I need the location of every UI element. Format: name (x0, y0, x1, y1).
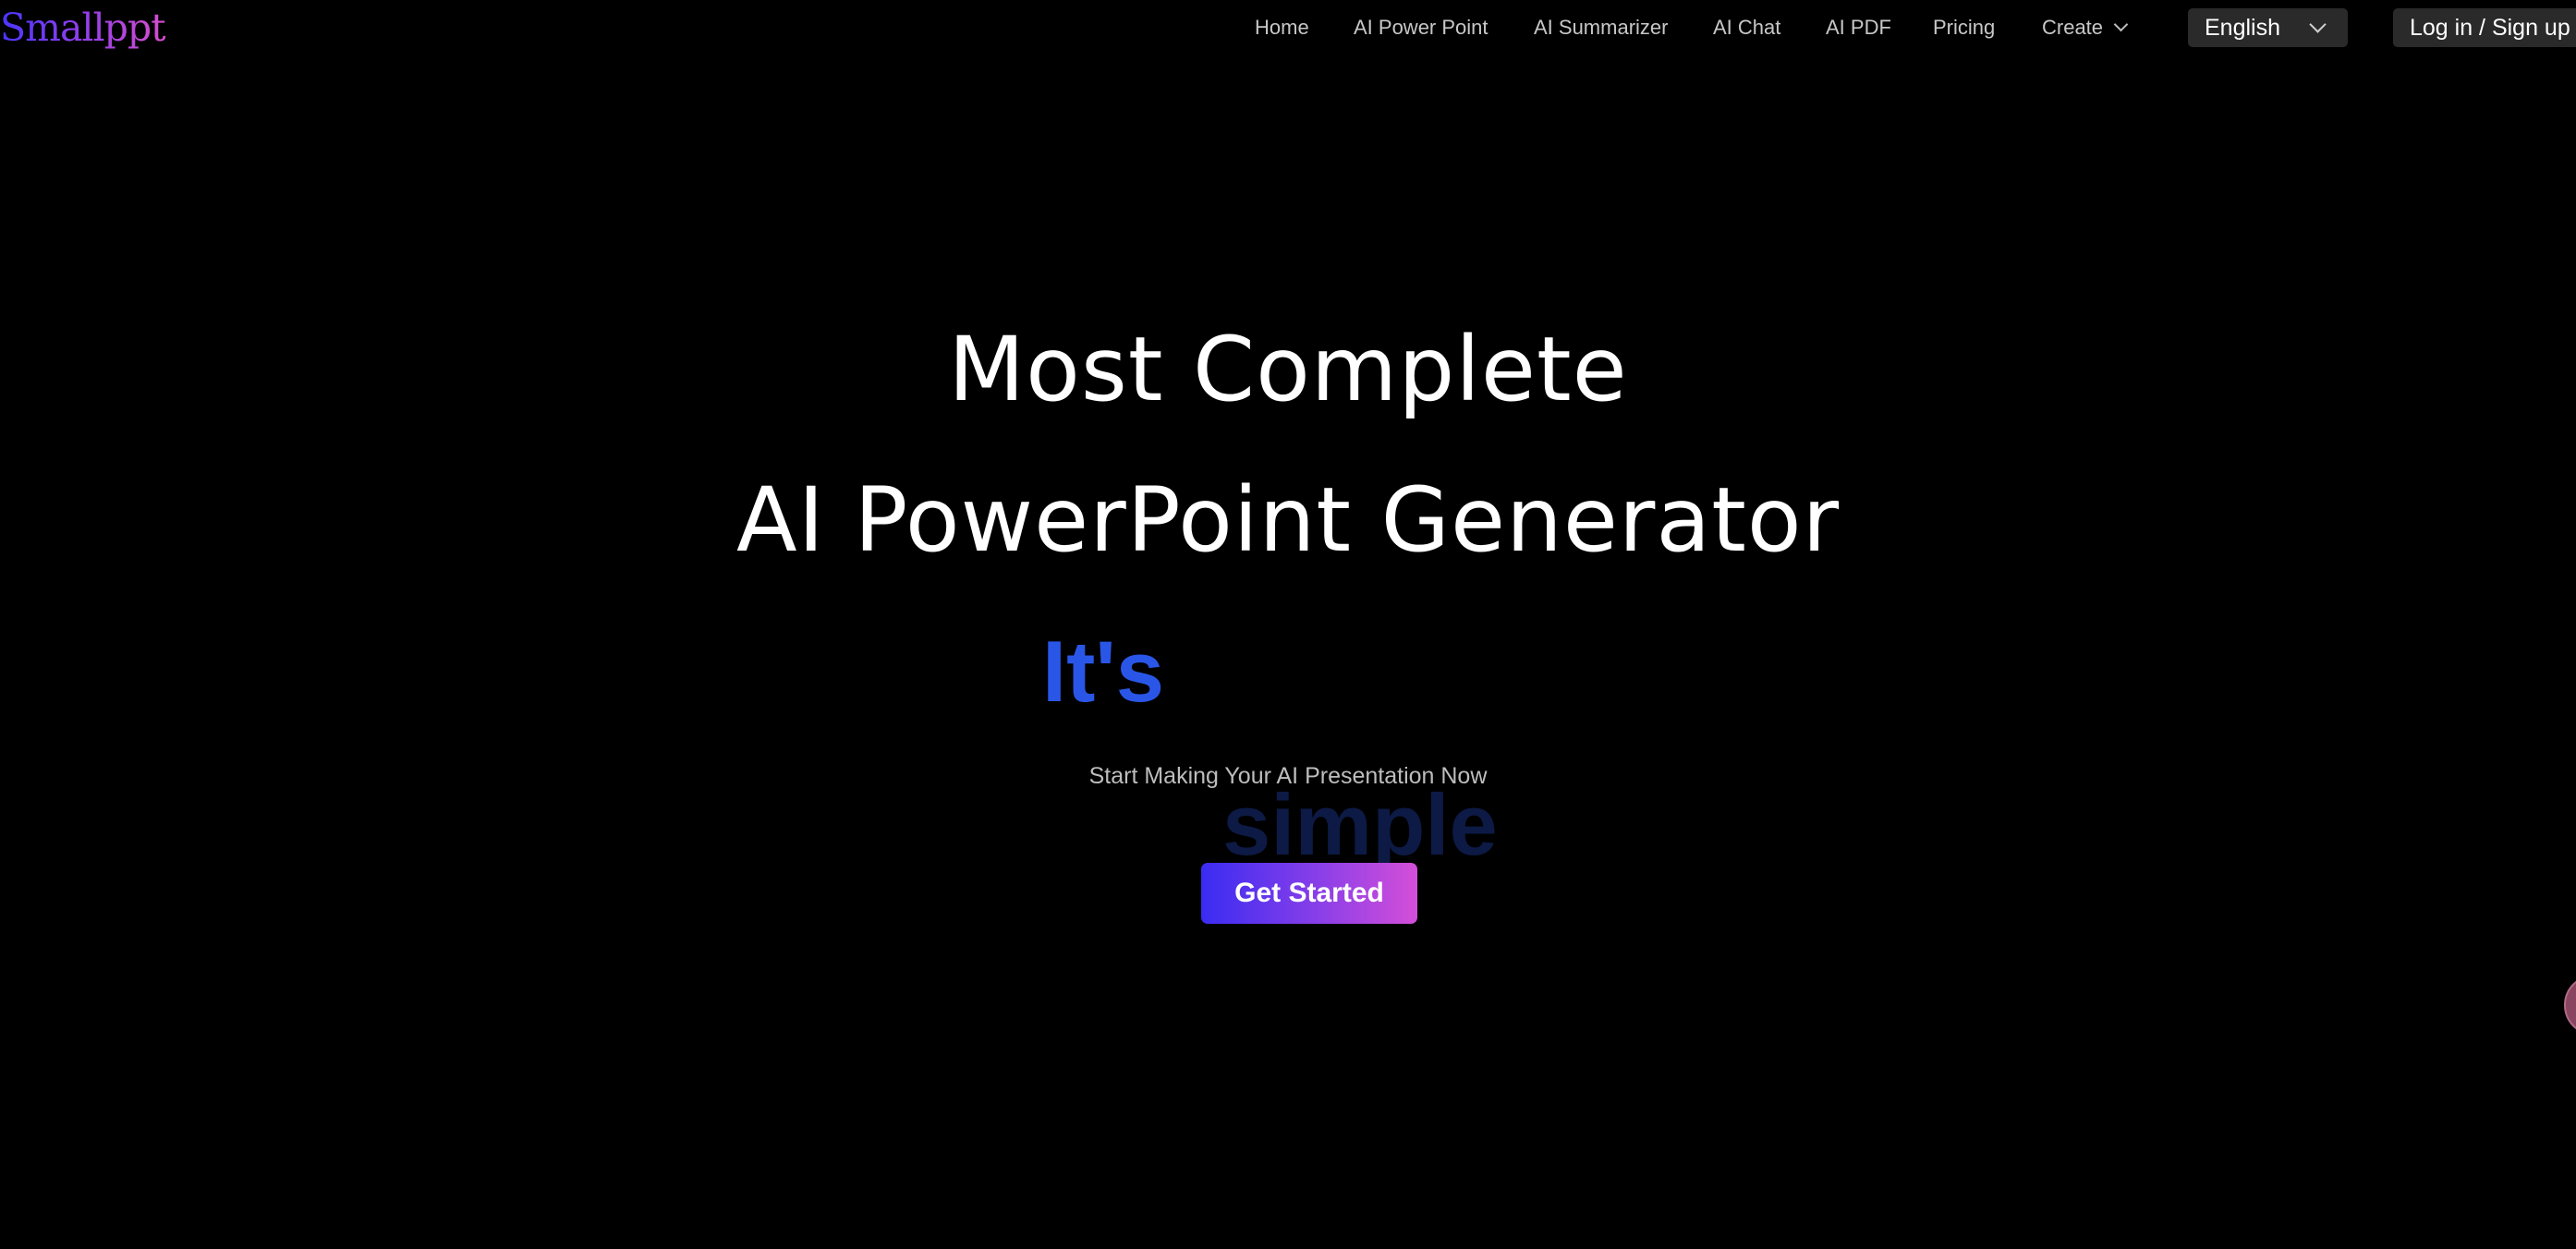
nav-ai-chat[interactable]: AI Chat (1713, 13, 1780, 42)
nav-ai-power-point[interactable]: AI Power Point (1354, 13, 1488, 42)
login-signup-button[interactable]: Log in / Sign up (2393, 8, 2576, 47)
nav-ai-pdf[interactable]: AI PDF (1826, 13, 1891, 42)
hero-prefix: It's (1042, 623, 1165, 720)
chevron-down-icon (2113, 17, 2129, 32)
language-select[interactable]: English (2188, 8, 2348, 47)
get-started-button[interactable]: Get Started (1201, 863, 1417, 924)
hero-title-line-1: Most Complete (948, 318, 1628, 421)
nav-create-dropdown[interactable]: Create (2042, 13, 2129, 42)
chat-bubble-icon[interactable] (2564, 975, 2576, 1036)
hero-subtitle: Start Making Your AI Presentation Now (1088, 763, 1488, 789)
hero-title-line-2: AI PowerPoint Generator (735, 468, 1841, 572)
nav-ai-summarizer[interactable]: AI Summarizer (1534, 13, 1668, 42)
chevron-down-icon (2309, 16, 2327, 33)
language-label: English (2205, 15, 2280, 41)
nav-create-label: Create (2042, 16, 2104, 39)
page: Smallppt Home AI Power Point AI Summariz… (0, 0, 2576, 1249)
nav-home[interactable]: Home (1255, 13, 1309, 42)
nav-pricing[interactable]: Pricing (1933, 13, 1995, 42)
top-nav: Home AI Power Point AI Summarizer AI Cha… (0, 0, 2576, 55)
